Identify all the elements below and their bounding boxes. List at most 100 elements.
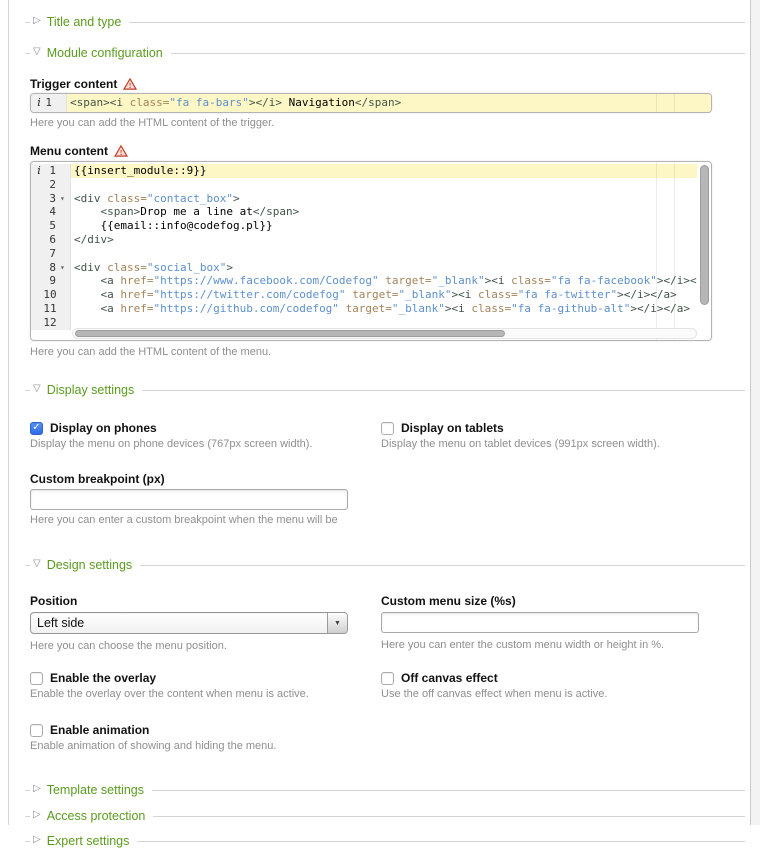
code-fold-icon[interactable]: ▾: [60, 261, 70, 275]
display-on-phones-checkbox[interactable]: ✓: [30, 422, 43, 435]
legend-rule-left: [25, 816, 30, 817]
legend-rule: [140, 565, 745, 566]
info-annotation-icon: i: [34, 164, 44, 178]
off-canvas-label[interactable]: Off canvas effect: [401, 671, 498, 685]
gutter-cell: 11: [31, 302, 71, 316]
display-on-phones-label[interactable]: Display on phones: [50, 421, 157, 435]
legend-rule: [129, 22, 745, 23]
line-number: 1: [44, 94, 56, 112]
code-line-9[interactable]: 9 <a href="https://www.facebook.com/Code…: [31, 274, 711, 288]
code-text[interactable]: <span><i class="fa fa-bars"></i> Navigat…: [67, 94, 711, 112]
warning-icon: !: [123, 78, 137, 90]
legend-label[interactable]: Title and type: [47, 14, 122, 30]
trigger-help-text: Here you can add the HTML content of the…: [30, 117, 745, 130]
code-line-7[interactable]: 7: [31, 247, 711, 261]
position-select[interactable]: Left side ▼: [30, 612, 348, 634]
code-text[interactable]: <div class="social_box">: [71, 261, 711, 275]
code-line-8[interactable]: 8▾<div class="social_box">: [31, 261, 711, 275]
legend-rule-left: [25, 53, 30, 54]
module-config-form: ▷ Title and type ▽ Module configuration …: [25, 0, 745, 849]
chevron-expanded-icon: ▽: [33, 556, 41, 572]
code-line-1[interactable]: i1<span><i class="fa fa-bars"></i> Navig…: [31, 94, 711, 112]
menu-help-text: Here you can add the HTML content of the…: [30, 346, 745, 359]
code-line-4[interactable]: 4 <span>Drop me a line at</span>: [31, 205, 711, 219]
code-line-1[interactable]: i1{{insert_module::9}}: [31, 164, 711, 178]
custom-menu-size-input[interactable]: [381, 612, 699, 633]
code-line-2[interactable]: 2: [31, 178, 711, 192]
legend-title-and-type[interactable]: ▷ Title and type: [25, 14, 745, 30]
legend-label[interactable]: Display settings: [47, 382, 135, 398]
line-number: 5: [44, 219, 60, 233]
legend-display-settings[interactable]: ▽ Display settings: [25, 382, 745, 398]
code-line-10[interactable]: 10 <a href="https://twitter.com/codefog"…: [31, 288, 711, 302]
trigger-code-editor[interactable]: i1<span><i class="fa fa-bars"></i> Navig…: [30, 93, 712, 113]
code-text[interactable]: <span>Drop me a line at</span>: [71, 205, 711, 219]
code-line-11[interactable]: 11 <a href="https://github.com/codefog" …: [31, 302, 711, 316]
line-number: 3: [44, 192, 60, 206]
menu-code-editor[interactable]: i1{{insert_module::9}}23▾<div class="con…: [30, 161, 712, 341]
legend-template-settings[interactable]: ▷ Template settings: [25, 782, 745, 798]
enable-overlay-label[interactable]: Enable the overlay: [50, 671, 156, 685]
svg-text:!: !: [129, 81, 132, 90]
code-text[interactable]: <a href="https://www.facebook.com/Codefo…: [71, 274, 711, 288]
legend-access-protection[interactable]: ▷ Access protection: [25, 808, 745, 824]
line-number: 6: [44, 233, 60, 247]
custom-breakpoint-input[interactable]: [30, 489, 348, 510]
legend-rule-left: [25, 565, 30, 566]
code-text[interactable]: <div class="contact_box">: [71, 192, 711, 206]
select-dropdown-button[interactable]: ▼: [327, 613, 347, 633]
display-on-tablets-label[interactable]: Display on tablets: [401, 421, 504, 435]
legend-label[interactable]: Expert settings: [47, 833, 130, 849]
display-on-phones-help: Display the menu on phone devices (767px…: [30, 438, 350, 451]
legend-module-configuration[interactable]: ▽ Module configuration: [25, 45, 745, 61]
line-number: 9: [44, 274, 60, 288]
enable-animation-checkbox[interactable]: [30, 724, 43, 737]
position-label: Position: [30, 594, 350, 608]
vertical-scrollbar-thumb[interactable]: [700, 165, 709, 305]
code-text[interactable]: <a href="https://twitter.com/codefog" ta…: [71, 288, 711, 302]
legend-label[interactable]: Template settings: [47, 782, 144, 798]
gutter-cell: i1: [31, 94, 67, 112]
line-number: 4: [44, 205, 60, 219]
gutter-cell: 10: [31, 288, 71, 302]
horizontal-scrollbar-track[interactable]: [72, 328, 697, 339]
line-number: 8: [44, 261, 60, 275]
code-text[interactable]: [71, 247, 711, 261]
line-number: 2: [44, 178, 60, 192]
code-text[interactable]: {{email::info@codefog.pl}}: [71, 219, 711, 233]
legend-rule-left: [25, 790, 30, 791]
code-fold-icon[interactable]: ▾: [60, 192, 70, 206]
code-text[interactable]: <a href="https://github.com/codefog" tar…: [71, 302, 711, 316]
menu-content-label: Menu content !: [30, 144, 745, 158]
legend-label[interactable]: Access protection: [47, 808, 146, 824]
legend-label[interactable]: Module configuration: [47, 45, 163, 61]
chevron-collapsed-icon: ▷: [33, 781, 41, 797]
legend-design-settings[interactable]: ▽ Design settings: [25, 557, 745, 573]
code-line-6[interactable]: 6 </div>: [31, 233, 711, 247]
legend-expert-settings[interactable]: ▷ Expert settings: [25, 833, 745, 849]
content-left-border: [8, 0, 9, 825]
off-canvas-checkbox[interactable]: [381, 672, 394, 685]
legend-label[interactable]: Design settings: [47, 557, 132, 573]
chevron-expanded-icon: ▽: [33, 381, 41, 397]
gutter-cell: i1: [31, 164, 71, 178]
enable-overlay-checkbox[interactable]: [30, 672, 43, 685]
code-text[interactable]: {{insert_module::9}}: [71, 164, 711, 178]
code-text[interactable]: </div>: [71, 233, 711, 247]
legend-rule: [152, 790, 745, 791]
gutter-cell: 8▾: [31, 261, 71, 275]
chevron-collapsed-icon: ▷: [33, 13, 41, 29]
legend-rule-left: [25, 841, 30, 842]
chevron-expanded-icon: ▽: [33, 44, 41, 60]
custom-breakpoint-label: Custom breakpoint (px): [30, 472, 745, 486]
gutter-cell: 2: [31, 178, 71, 192]
code-text[interactable]: [71, 178, 711, 192]
enable-animation-label[interactable]: Enable animation: [50, 723, 149, 737]
chevron-collapsed-icon: ▷: [33, 832, 41, 848]
code-line-5[interactable]: 5 {{email::info@codefog.pl}}: [31, 219, 711, 233]
vertical-scrollbar-track[interactable]: [697, 162, 711, 340]
horizontal-scrollbar-thumb[interactable]: [75, 330, 505, 337]
code-line-3[interactable]: 3▾<div class="contact_box">: [31, 192, 711, 206]
display-on-tablets-checkbox[interactable]: [381, 422, 394, 435]
custom-breakpoint-help: Here you can enter a custom breakpoint w…: [30, 514, 745, 527]
